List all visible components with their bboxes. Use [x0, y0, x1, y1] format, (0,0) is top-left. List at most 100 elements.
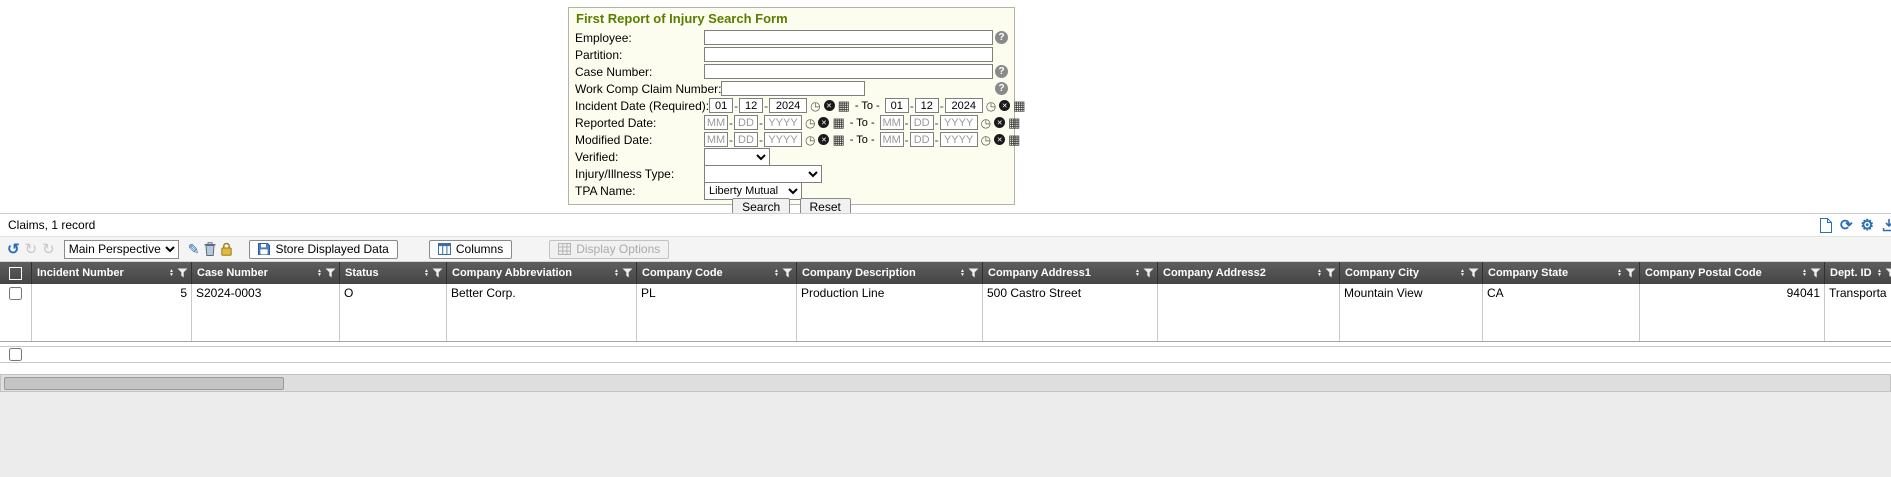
export-icon[interactable] — [1882, 218, 1891, 232]
help-icon[interactable]: ? — [995, 82, 1008, 95]
modified-to-year-input[interactable] — [940, 132, 978, 147]
filter-icon[interactable] — [968, 268, 979, 278]
sort-icon[interactable]: ▲▼ — [169, 269, 174, 278]
edit-perspective-icon[interactable]: ✎ — [188, 241, 200, 258]
column-header[interactable]: Company Code▲▼ — [637, 262, 797, 284]
incident-from-month-input[interactable] — [709, 98, 733, 113]
work-comp-claim-number-input[interactable] — [721, 81, 865, 96]
lock-icon[interactable] — [221, 242, 232, 256]
filter-icon[interactable] — [1885, 268, 1891, 278]
clear-icon[interactable]: ✕ — [818, 134, 829, 145]
case-number-input[interactable] — [704, 64, 993, 79]
calendar-icon[interactable]: ▦ — [838, 99, 850, 112]
injury-illness-type-select[interactable] — [704, 165, 822, 183]
new-document-icon[interactable] — [1819, 218, 1832, 233]
help-icon[interactable]: ? — [995, 65, 1008, 78]
sort-icon[interactable]: ▲▼ — [317, 269, 322, 278]
filter-icon[interactable] — [1325, 268, 1336, 278]
column-label: Company Description — [802, 267, 916, 279]
reported-from-year-input[interactable] — [764, 115, 802, 130]
sort-icon[interactable]: ▲▼ — [1617, 269, 1622, 278]
sort-icon[interactable]: ▲▼ — [1877, 269, 1882, 278]
clock-icon[interactable]: ◷ — [805, 134, 815, 146]
incident-from-year-input[interactable] — [769, 98, 807, 113]
column-header[interactable]: Dept. ID▲▼ — [1825, 262, 1891, 284]
column-header[interactable]: Company City▲▼ — [1340, 262, 1483, 284]
columns-button[interactable]: Columns — [429, 240, 512, 259]
partition-input[interactable] — [704, 47, 993, 62]
sort-icon[interactable]: ▲▼ — [774, 269, 779, 278]
clock-icon[interactable]: ◷ — [805, 117, 815, 129]
reported-to-day-input[interactable] — [910, 115, 934, 130]
clock-icon[interactable]: ◷ — [986, 100, 996, 112]
clear-icon[interactable]: ✕ — [824, 100, 835, 111]
clear-icon[interactable]: ✕ — [994, 134, 1005, 145]
sort-icon[interactable]: ▲▼ — [960, 269, 965, 278]
modified-to-month-input[interactable] — [880, 132, 904, 147]
sort-icon[interactable]: ▲▼ — [1135, 269, 1140, 278]
clock-icon[interactable]: ◷ — [981, 134, 991, 146]
filter-icon[interactable] — [1810, 268, 1821, 278]
column-header[interactable]: Company Postal Code▲▼ — [1640, 262, 1825, 284]
filter-icon[interactable] — [782, 268, 793, 278]
column-header[interactable]: Company Address2▲▼ — [1158, 262, 1340, 284]
perspective-select[interactable]: Main Perspective — [64, 240, 179, 259]
column-header[interactable]: Company State▲▼ — [1483, 262, 1640, 284]
incident-to-month-input[interactable] — [885, 98, 909, 113]
scrollbar-thumb[interactable] — [4, 377, 284, 390]
modified-from-month-input[interactable] — [704, 132, 728, 147]
column-header[interactable]: Company Address1▲▼ — [983, 262, 1158, 284]
filter-icon[interactable] — [1143, 268, 1154, 278]
filter-icon[interactable] — [1468, 268, 1479, 278]
clear-icon[interactable]: ✕ — [994, 117, 1005, 128]
incident-to-day-input[interactable] — [915, 98, 939, 113]
sort-icon[interactable]: ▲▼ — [1460, 269, 1465, 278]
sort-icon[interactable]: ▲▼ — [1317, 269, 1322, 278]
modified-to-day-input[interactable] — [910, 132, 934, 147]
sort-icon[interactable]: ▲▼ — [1802, 269, 1807, 278]
store-displayed-data-button[interactable]: Store Displayed Data — [249, 240, 397, 259]
filter-icon[interactable] — [432, 268, 443, 278]
incident-to-year-input[interactable] — [945, 98, 983, 113]
sort-icon[interactable]: ▲▼ — [424, 269, 429, 278]
footer-checkbox[interactable] — [9, 348, 22, 361]
row-checkbox[interactable] — [9, 287, 22, 300]
clear-icon[interactable]: ✕ — [999, 100, 1010, 111]
tpa-name-select[interactable]: Liberty Mutual — [704, 182, 802, 200]
calendar-icon[interactable]: ▦ — [832, 116, 844, 129]
incident-from-day-input[interactable] — [739, 98, 763, 113]
refresh-icon[interactable]: ⟳ — [1840, 218, 1853, 233]
calendar-icon[interactable]: ▦ — [832, 133, 844, 146]
clock-icon[interactable]: ◷ — [981, 117, 991, 129]
sort-icon[interactable]: ▲▼ — [614, 269, 619, 278]
calendar-icon[interactable]: ▦ — [1008, 133, 1020, 146]
reported-to-month-input[interactable] — [880, 115, 904, 130]
column-header[interactable]: Status▲▼ — [340, 262, 447, 284]
gear-icon[interactable]: ⚙ — [1861, 218, 1874, 233]
calendar-icon[interactable]: ▦ — [1013, 99, 1025, 112]
filter-icon[interactable] — [325, 268, 336, 278]
delete-perspective-icon[interactable] — [204, 242, 216, 256]
verified-select[interactable] — [704, 148, 770, 166]
reported-from-month-input[interactable] — [704, 115, 728, 130]
filter-icon[interactable] — [177, 268, 188, 278]
column-header[interactable]: Incident Number▲▼ — [32, 262, 192, 284]
clear-icon[interactable]: ✕ — [818, 117, 829, 128]
clock-icon[interactable]: ◷ — [810, 100, 820, 112]
column-header[interactable]: Case Number▲▼ — [192, 262, 340, 284]
column-header[interactable]: Company Description ▲▼ — [797, 262, 983, 284]
modified-from-year-input[interactable] — [764, 132, 802, 147]
filter-icon[interactable] — [622, 268, 633, 278]
table-row[interactable]: 5S2024-0003OBetter Corp.PLProduction Lin… — [0, 284, 1891, 342]
filter-icon[interactable] — [1625, 268, 1636, 278]
calendar-icon[interactable]: ▦ — [1008, 116, 1020, 129]
reported-from-day-input[interactable] — [734, 115, 758, 130]
help-icon[interactable]: ? — [995, 31, 1008, 44]
modified-from-day-input[interactable] — [734, 132, 758, 147]
horizontal-scrollbar[interactable] — [0, 374, 1891, 392]
reported-to-year-input[interactable] — [940, 115, 978, 130]
undo-icon[interactable]: ↺ — [7, 242, 20, 257]
column-header[interactable]: Company Abbreviation▲▼ — [447, 262, 637, 284]
select-all-checkbox[interactable] — [9, 267, 22, 280]
employee-input[interactable] — [704, 30, 993, 45]
